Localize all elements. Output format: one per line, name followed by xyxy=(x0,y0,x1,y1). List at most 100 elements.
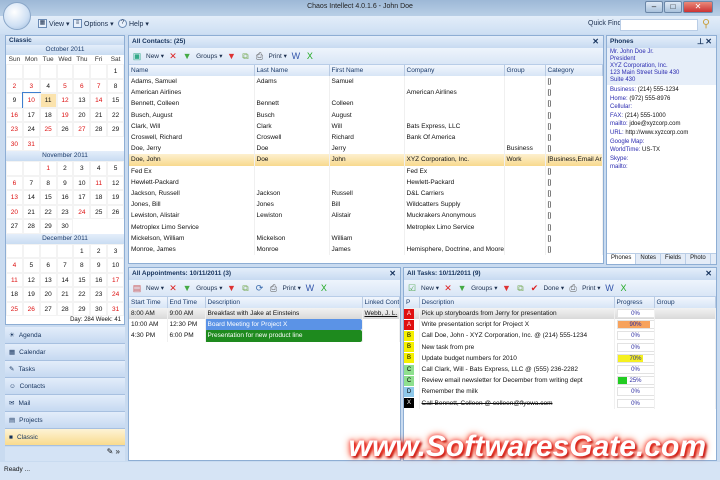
groups-button[interactable]: Groups ▾ xyxy=(471,284,497,292)
calendar-day[interactable]: 16 xyxy=(6,107,23,122)
nav-item-contacts[interactable]: ☺ Contacts xyxy=(5,378,125,395)
clear-filter-icon[interactable]: ▼ xyxy=(226,51,236,61)
table-row[interactable]: American Airlines American Airlines [] xyxy=(129,87,603,99)
calendar-day[interactable]: 30 xyxy=(90,301,108,316)
delete-icon[interactable]: ✕ xyxy=(168,283,178,293)
calendar-day[interactable]: 21 xyxy=(22,204,40,219)
calendar-day[interactable]: 15 xyxy=(73,272,91,287)
nav-item-tasks[interactable]: ✎ Tasks xyxy=(5,361,125,378)
calendar-day[interactable]: 17 xyxy=(107,272,124,287)
groups-filter-icon[interactable]: ▼ xyxy=(182,51,192,61)
table-row[interactable]: B Update budget numbers for 2010 70% xyxy=(404,352,716,364)
new-appointment-icon[interactable]: ▤ xyxy=(132,283,142,293)
nav-item-agenda[interactable]: ☀ Agenda xyxy=(5,327,125,344)
maximize-button[interactable]: □ xyxy=(664,1,682,13)
clear-filter-icon[interactable]: ▼ xyxy=(226,283,236,293)
column-header[interactable]: Group xyxy=(504,65,546,76)
calendar-day[interactable]: 14 xyxy=(56,272,74,287)
calendar-day[interactable]: 10 xyxy=(21,92,41,109)
calendar-day[interactable]: 3 xyxy=(22,78,40,93)
calendar-day[interactable]: 1 xyxy=(73,243,91,258)
table-row[interactable]: Adams, Samuel Adams Samuel [] xyxy=(129,76,603,88)
close-icon[interactable]: ✕ xyxy=(592,37,599,46)
table-row[interactable]: Bennett, Colleen Bennett Colleen [] xyxy=(129,98,603,110)
app-orb-button[interactable] xyxy=(3,2,31,30)
field-label[interactable]: Google Map xyxy=(610,139,643,145)
calendar-day[interactable]: 29 xyxy=(39,219,57,234)
table-row[interactable]: D Remember the milk 0% xyxy=(404,386,716,398)
excel-icon[interactable]: X xyxy=(319,283,329,293)
linked-contact[interactable]: Webb, J. L. xyxy=(362,308,400,320)
done-button[interactable]: Done ▾ xyxy=(543,284,564,292)
minimize-button[interactable]: – xyxy=(645,1,663,13)
table-row[interactable]: Croswell, Richard Croswell Richard Bank Of … xyxy=(129,131,603,144)
calendar-day[interactable]: 7 xyxy=(56,258,74,273)
field-label[interactable]: WorldTime xyxy=(610,147,639,153)
calendar-day[interactable]: 30 xyxy=(56,219,74,234)
calendar-day[interactable]: 31 xyxy=(22,136,40,151)
calendar-day[interactable]: 21 xyxy=(56,287,74,302)
new-button[interactable]: New ▾ xyxy=(146,284,164,292)
column-header[interactable]: Description xyxy=(419,297,615,308)
calendar-day[interactable]: 20 xyxy=(6,204,23,219)
options-menu[interactable]: ≡ Options ▾ xyxy=(73,19,114,28)
calendar-day[interactable]: 2 xyxy=(90,243,108,258)
calendar-day[interactable]: 7 xyxy=(22,175,40,190)
calendar-day[interactable]: 29 xyxy=(107,122,124,137)
calendar-day[interactable]: 8 xyxy=(73,258,91,273)
clear-filter-icon[interactable]: ▼ xyxy=(501,283,511,293)
field-label[interactable]: Home xyxy=(610,96,626,102)
calendar-day[interactable]: 20 xyxy=(39,287,57,302)
close-button[interactable]: ✕ xyxy=(683,1,713,13)
calendar-day[interactable]: 5 xyxy=(22,258,40,273)
calendar-day[interactable]: 28 xyxy=(22,219,40,234)
calendar-day[interactable]: 15 xyxy=(107,93,124,108)
calendar-day[interactable]: 23 xyxy=(90,287,108,302)
calendar-day[interactable]: 1 xyxy=(39,161,57,176)
tab-fields[interactable]: Fields xyxy=(661,254,687,264)
word-icon[interactable]: W xyxy=(291,51,301,61)
table-row[interactable]: C Review email newsletter for December fr… xyxy=(404,375,716,387)
table-row[interactable]: Busch, August Busch August [] xyxy=(129,109,603,121)
table-row[interactable]: Lewiston, Alistair Lewiston Alistair Muckra… xyxy=(129,210,603,222)
calendar-day[interactable]: 6 xyxy=(73,78,91,93)
column-header[interactable]: First Name xyxy=(329,65,405,76)
tab-phones[interactable]: Phones xyxy=(607,254,637,264)
delete-icon[interactable]: ✕ xyxy=(443,283,453,293)
sync-icon[interactable]: ⟳ xyxy=(254,283,264,293)
table-row[interactable]: 8:00 AM 9:00 AM Breakfast with Jake at Ein… xyxy=(129,308,400,320)
calendar-day[interactable]: 19 xyxy=(107,190,124,205)
calendar-day[interactable]: 19 xyxy=(22,287,40,302)
calendar-day[interactable]: 24 xyxy=(107,287,124,302)
table-row[interactable]: Monroe, James Monroe James Hemisphere, Doct… xyxy=(129,243,603,255)
print-button[interactable]: Print ▾ xyxy=(282,284,300,292)
calendar-day[interactable]: 3 xyxy=(73,161,91,176)
calendar-day[interactable]: 13 xyxy=(39,272,57,287)
calendar-day[interactable]: 29 xyxy=(73,301,91,316)
calendar-day[interactable]: 24 xyxy=(73,204,91,219)
table-row[interactable]: Hewlett-Packard Hewlett-Packard [] xyxy=(129,176,603,188)
calendar-day[interactable]: 2 xyxy=(6,78,23,93)
print-icon[interactable]: ⎙ xyxy=(254,51,264,61)
calendar-day[interactable]: 14 xyxy=(22,190,40,205)
table-row[interactable]: Metroplex Limo Service Metroplex Limo Ser… xyxy=(129,221,603,233)
view-menu[interactable]: ▦ View ▾ xyxy=(38,19,70,28)
table-row[interactable]: Doe, Jerry Doe Jerry Business[] xyxy=(129,143,603,155)
table-row[interactable]: C Call Clark, Will - Bats Express, LLC @ … xyxy=(404,363,716,376)
table-row[interactable]: Clark, Will Clark Will Bats Express, LLC [] xyxy=(129,120,603,132)
close-icon[interactable]: ✕ xyxy=(705,37,712,46)
field-label[interactable]: Cellular xyxy=(610,104,630,110)
nav-item-mail[interactable]: ✉ Mail xyxy=(5,395,125,412)
calendar-day[interactable]: 11 xyxy=(39,93,57,108)
column-header[interactable]: Last Name xyxy=(254,65,330,76)
help-menu[interactable]: ? Help ▾ xyxy=(118,19,149,28)
new-task-icon[interactable]: ☑ xyxy=(407,283,417,293)
field-label[interactable]: mailto xyxy=(610,164,626,170)
column-header[interactable]: Name xyxy=(129,65,255,76)
linked-contact[interactable] xyxy=(362,319,400,331)
calendar-day[interactable]: 5 xyxy=(56,78,74,93)
nav-item-classic[interactable]: ■ Classic xyxy=(5,429,125,446)
calendar-day[interactable]: 16 xyxy=(56,190,74,205)
new-contact-icon[interactable]: ▣ xyxy=(132,51,142,61)
calendar-day[interactable]: 18 xyxy=(39,107,57,122)
